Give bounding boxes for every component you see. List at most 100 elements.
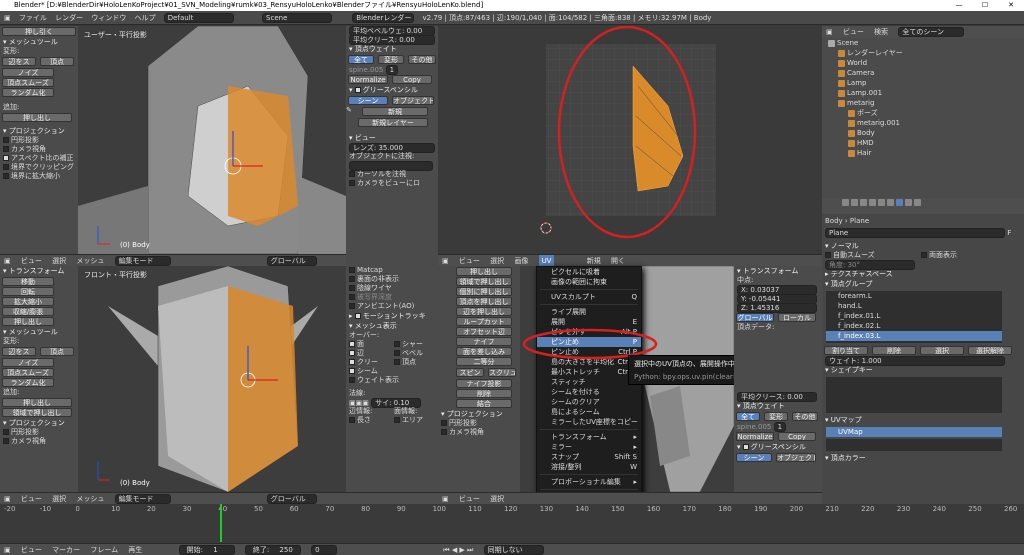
check-seams[interactable]: シーム <box>346 367 391 376</box>
vertex-group-list[interactable]: forearm.L hand.L f_index.01.L f_index.02.L f… <box>826 291 1002 343</box>
extrude-region-button[interactable]: 領域で押し出し <box>2 408 72 417</box>
vertex-group-item[interactable]: f_index.02.L <box>826 321 1002 331</box>
rotate-button[interactable]: 回転 <box>2 287 54 296</box>
menu-search[interactable]: 検索 <box>874 26 888 38</box>
menu-render[interactable]: レンダー <box>55 11 83 25</box>
data-tab-icon[interactable] <box>896 198 903 206</box>
offset-edge-button[interactable]: オフセット辺 <box>456 327 512 336</box>
check-dof[interactable]: 被写界深度 <box>346 293 438 302</box>
mesh-name-field[interactable]: Plane <box>825 228 1005 238</box>
assign-button[interactable]: 割り当て <box>824 346 868 355</box>
check-backface[interactable]: 裏面の非表示 <box>346 275 438 284</box>
grease-pencil-heading[interactable]: ▾ グリースペンシル <box>734 442 822 452</box>
check-circle-project[interactable]: 円形投影 <box>438 419 520 428</box>
outliner-item[interactable]: Hair <box>822 148 1024 158</box>
current-frame-field[interactable]: 0 <box>311 545 338 555</box>
check-lock-cursor[interactable]: カーソルを注視 <box>346 170 438 179</box>
open-image-button[interactable]: 開く <box>611 255 625 266</box>
menu-view[interactable]: ビュー <box>21 544 42 555</box>
editor-type-icon[interactable]: ▣ <box>826 26 833 38</box>
vertex-group-item[interactable]: f_index.03.L <box>826 331 1002 341</box>
shrink-fatten-button[interactable]: 収縮/膨張 <box>2 307 54 316</box>
editor-type-icon[interactable]: ▣ <box>4 255 11 266</box>
current-frame-indicator[interactable] <box>220 504 222 542</box>
gp-scene-button[interactable]: シーン <box>348 96 388 105</box>
outliner-item[interactable]: Camera <box>822 68 1024 78</box>
normal-display-icons[interactable]: ▣▣▣ <box>349 399 369 407</box>
maximize-button[interactable]: ☐ <box>972 0 998 11</box>
render-engine-selector[interactable]: Blenderレンダー <box>352 13 415 23</box>
uv-menu-item[interactable]: 最小ストレッチCtrl V <box>537 367 641 377</box>
outliner-item[interactable]: World <box>822 58 1024 68</box>
knife-project-button[interactable]: ナイフ投影 <box>456 379 512 388</box>
uv-maps-heading[interactable]: ▾ UVマップ <box>822 415 1024 425</box>
vgroup-weight-field[interactable]: 1 <box>385 65 399 75</box>
vertex-group-item[interactable]: f_index.01.L <box>826 311 1002 321</box>
extrude-dropdown[interactable]: 押し出し <box>2 398 72 407</box>
uv-menu-item[interactable]: 溶接/整列 W <box>537 462 641 472</box>
check-lock-camera[interactable]: カメラをビューにロ <box>346 179 438 188</box>
edge-slide-button[interactable]: 辺をス <box>2 57 36 66</box>
vertex-slide-button[interactable]: 頂点 <box>40 57 74 66</box>
check-circle-project[interactable]: 円形投影 <box>0 136 78 145</box>
check-bevel[interactable]: ベベル <box>391 349 436 358</box>
extrude-region-button[interactable]: 領域で押し出し <box>456 277 512 286</box>
uv-menu-item[interactable]: ライブ展開 <box>537 307 641 317</box>
gp-new-button[interactable]: 新規 <box>362 107 428 116</box>
normalize-button[interactable]: Normalize <box>736 432 774 441</box>
join-dropdown[interactable]: 結合 <box>456 399 512 408</box>
mode-selector[interactable]: 編集モード <box>114 494 171 504</box>
uv-menu-item[interactable]: ミラー ▸ <box>537 442 641 452</box>
view-heading[interactable]: ▾ ビュー <box>346 133 438 143</box>
mesh-tools-heading[interactable]: ▾ メッシュツール <box>0 37 78 47</box>
outliner-item[interactable]: Lamp.001 <box>822 88 1024 98</box>
editor-type-icon[interactable]: ▣ <box>4 493 11 504</box>
menu-file[interactable]: ファイル <box>19 11 47 25</box>
extrude-dropdown[interactable]: 押し出し <box>2 113 72 122</box>
playback-controls[interactable]: ⏮ ◀ ▶ ⏭ <box>443 544 473 555</box>
uv-menu-item[interactable]: ピクセルに吸着 <box>537 267 641 277</box>
gp-object-button[interactable]: オブジェクト <box>776 453 816 462</box>
normalize-button[interactable]: Normalize <box>348 75 388 84</box>
uv-menu-item[interactable]: 画像の範囲に拘束 <box>537 277 641 287</box>
uv-map-item[interactable]: UVMap <box>826 427 1002 437</box>
global-button[interactable]: グローバル <box>736 313 774 322</box>
scene-tab-icon[interactable] <box>851 198 858 206</box>
uv-menu-item[interactable]: トランスフォーム ▸ <box>537 432 641 442</box>
noise-button[interactable]: ノイズ <box>2 358 54 367</box>
move-button[interactable]: 移動 <box>2 277 54 286</box>
loop-cut-button[interactable]: ループカット <box>456 317 512 326</box>
outliner-item[interactable]: metarig.001 <box>822 118 1024 128</box>
randomize-button[interactable]: ランダム化 <box>2 88 54 97</box>
uv-menu-item[interactable]: UVスカルプト Q <box>537 292 641 302</box>
layout-selector[interactable]: Default <box>163 13 234 23</box>
menu-view[interactable]: ビュー <box>21 493 42 504</box>
menu-frame[interactable]: フレーム <box>90 544 118 555</box>
delete-dropdown[interactable]: 削除 <box>456 389 512 398</box>
screw-button[interactable]: スクリュ <box>488 368 516 377</box>
check-matcap[interactable]: Matcap <box>346 266 438 275</box>
extrude-edges-button[interactable]: 辺を押し出し <box>456 307 512 316</box>
check-edges[interactable]: 辺 <box>346 349 391 358</box>
normals-heading[interactable]: ▾ ノーマル <box>822 241 1024 251</box>
outliner-item[interactable]: Body <box>822 128 1024 138</box>
menu-marker[interactable]: マーカー <box>52 544 80 555</box>
minimize-button[interactable]: — <box>946 0 972 11</box>
gp-new-layer-button[interactable]: 新規レイヤー <box>358 118 428 127</box>
deselect-button[interactable]: 選択解除 <box>968 346 1012 355</box>
check-faces[interactable]: 面 <box>346 340 391 349</box>
spin-button[interactable]: スピン <box>456 368 484 377</box>
grease-pencil-heading[interactable]: ▾ グリースペンシル <box>346 85 438 95</box>
copy-button[interactable]: Copy <box>778 432 816 441</box>
editor-type-icon[interactable]: ▣ <box>4 11 11 25</box>
constraint-tab-icon[interactable] <box>878 198 885 206</box>
pivot-selector[interactable]: グローバル <box>266 494 317 504</box>
scene-selector[interactable]: Scene <box>262 13 333 23</box>
menu-select[interactable]: 選択 <box>490 493 504 504</box>
vgroup-weight-field[interactable]: 1 <box>773 422 787 432</box>
copy-button[interactable]: Copy <box>392 75 432 84</box>
projection-heading[interactable]: ▾ プロジェクション <box>0 126 78 136</box>
outliner-item[interactable]: metarig <box>822 98 1024 108</box>
tab-other[interactable]: その他 <box>408 55 436 64</box>
check-length[interactable]: 長さ <box>346 416 391 425</box>
